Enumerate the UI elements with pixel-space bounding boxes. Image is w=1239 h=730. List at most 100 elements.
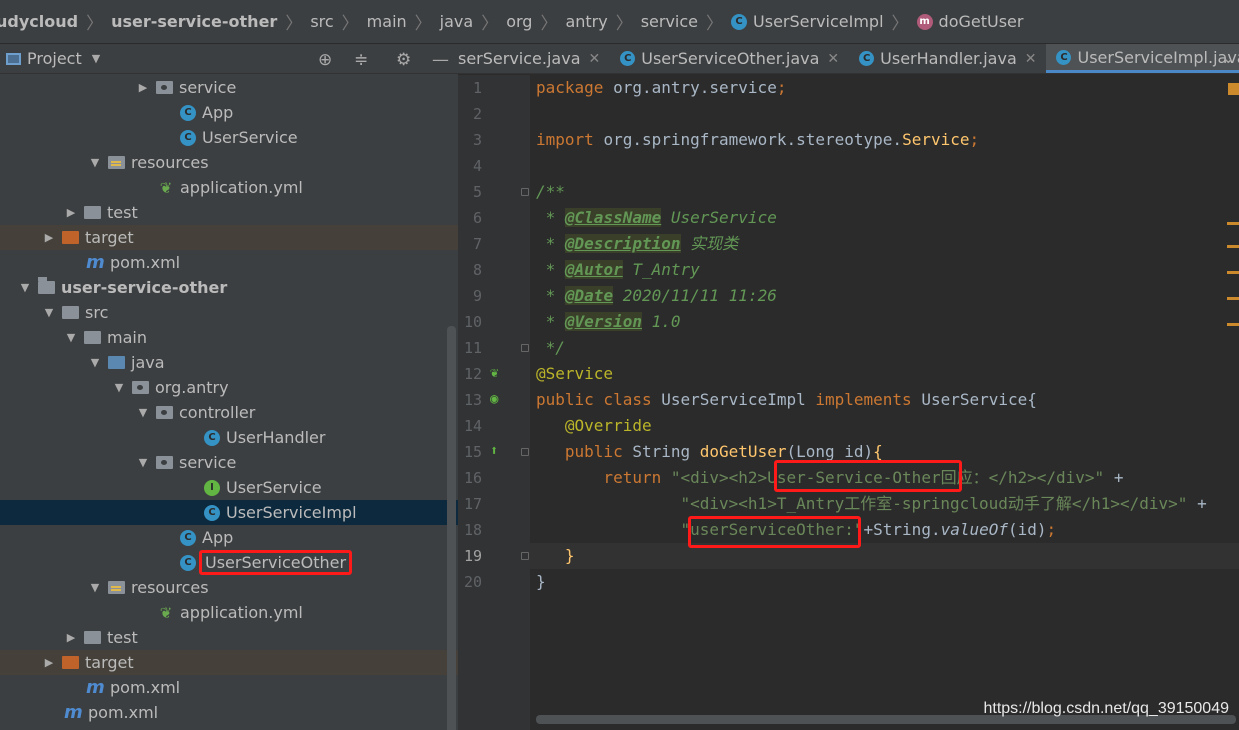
tree-item[interactable]: ▶ test <box>0 200 458 225</box>
tree-item[interactable]: I UserService <box>0 475 458 500</box>
breadcrumb-item[interactable]: udycloud <box>0 12 78 31</box>
breadcrumb-label: doGetUser <box>938 12 1024 31</box>
breadcrumb-item[interactable]: service <box>641 12 698 31</box>
collapse-arrow-icon[interactable]: ▶ <box>42 231 56 244</box>
tree-item-label: src <box>85 303 109 322</box>
class-icon: C <box>620 51 636 66</box>
tree-item[interactable]: ▶ test <box>0 625 458 650</box>
tree-item[interactable]: C App <box>0 525 458 550</box>
editor-tabs: serService.java ✕ C UserServiceOther.java ✕ C… <box>458 44 1239 74</box>
tree-item-label: UserHandler <box>226 428 326 447</box>
editor-tab[interactable]: CUserServiceImpl.java✕ <box>1046 44 1239 73</box>
tree-item-label: org.antry <box>155 378 229 397</box>
code-token: /** <box>536 182 565 201</box>
hide-icon[interactable]: — <box>432 50 449 70</box>
expand-arrow-icon[interactable]: ▼ <box>42 306 56 319</box>
breadcrumb-item[interactable]: java <box>440 12 474 31</box>
tree-item[interactable]: C App <box>0 100 458 125</box>
implementation-icon[interactable]: ◉ <box>490 391 498 407</box>
tree-item-label: application.yml <box>180 603 303 622</box>
warning-stripe[interactable] <box>1227 271 1239 274</box>
chevron-down-icon[interactable]: ⌄ <box>1222 48 1235 67</box>
code-token: */ <box>536 338 565 357</box>
fold-marker-icon[interactable] <box>521 448 529 456</box>
project-view-selector[interactable]: Project <box>27 49 82 68</box>
tree-item[interactable]: ▶ target <box>0 650 458 675</box>
breadcrumb-item[interactable]: user-service-other <box>111 12 277 31</box>
collapse-arrow-icon[interactable]: ▶ <box>42 656 56 669</box>
tree-item[interactable]: ▼ org.antry <box>0 375 458 400</box>
expand-arrow-icon[interactable]: ▼ <box>136 406 150 419</box>
tab-label: UserHandler.java <box>880 49 1017 68</box>
tree-item[interactable]: ▼ resources <box>0 150 458 175</box>
override-method-icon[interactable]: ⬆ <box>490 443 498 459</box>
warning-stripe[interactable] <box>1227 245 1239 248</box>
tree-item[interactable]: m pom.xml <box>0 250 458 275</box>
collapse-arrow-icon[interactable]: ▶ <box>64 631 78 644</box>
spring-bean-icon[interactable]: ❦ <box>490 365 498 381</box>
watermark: https://blog.csdn.net/qq_39150049 <box>983 700 1229 717</box>
current-line-highlight <box>530 543 1239 569</box>
editor-tab[interactable]: C UserServiceOther.java ✕ <box>610 44 849 73</box>
tree-item[interactable]: ▼ src <box>0 300 458 325</box>
tree-scrollbar[interactable] <box>447 326 456 730</box>
close-icon[interactable]: ✕ <box>589 51 601 67</box>
tree-item[interactable]: C UserServiceOther <box>0 550 458 575</box>
tree-item[interactable]: m pom.xml <box>0 700 458 725</box>
expand-arrow-icon[interactable]: ▼ <box>88 156 102 169</box>
code-editor[interactable]: 1 2 3 4 5 6 7 8 9 10 11 12 13 14 15 16 17 18 19 20 ❦ ◉ ⬆ packa… <box>458 75 1239 730</box>
tree-item[interactable]: m pom.xml <box>0 675 458 700</box>
tree-item[interactable]: C UserService <box>0 125 458 150</box>
chevron-down-icon[interactable]: ▼ <box>92 52 100 65</box>
fold-marker-icon[interactable] <box>521 188 529 196</box>
breadcrumb-item[interactable]: org <box>506 12 532 31</box>
close-icon[interactable]: ✕ <box>827 51 839 67</box>
tree-item[interactable]: ▼ main <box>0 325 458 350</box>
fold-marker-icon[interactable] <box>521 552 529 560</box>
code-token: import <box>536 130 604 149</box>
tree-item-label: resources <box>131 153 209 172</box>
breadcrumb-item[interactable]: m doGetUser <box>916 12 1024 31</box>
tree-item[interactable]: C UserHandler <box>0 425 458 450</box>
tree-item[interactable]: ▼ resources <box>0 575 458 600</box>
warning-stripe[interactable] <box>1227 297 1239 300</box>
expand-arrow-icon[interactable]: ▼ <box>88 581 102 594</box>
editor-tab[interactable]: C UserHandler.java ✕ <box>849 44 1046 73</box>
warning-stripe[interactable] <box>1227 222 1239 225</box>
code-token: ; <box>776 78 787 97</box>
expand-arrow-icon[interactable]: ▼ <box>112 381 126 394</box>
collapse-all-icon[interactable]: ≑ <box>354 50 368 70</box>
expand-arrow-icon[interactable]: ▼ <box>88 356 102 369</box>
breadcrumb-item[interactable]: C UserServiceImpl <box>731 12 884 31</box>
collapse-arrow-icon[interactable]: ▶ <box>136 81 150 94</box>
close-icon[interactable]: ✕ <box>1025 51 1037 67</box>
tree-item-label: application.yml <box>180 178 303 197</box>
breadcrumb-item[interactable]: src <box>310 12 333 31</box>
tree-item[interactable]: ▼ service <box>0 450 458 475</box>
breadcrumb-item[interactable]: antry <box>565 12 607 31</box>
collapse-arrow-icon[interactable]: ▶ <box>64 206 78 219</box>
warning-stripe[interactable] <box>1227 323 1239 326</box>
tree-item[interactable]: ▼ java <box>0 350 458 375</box>
editor-tab[interactable]: serService.java ✕ <box>458 44 610 73</box>
locate-target-icon[interactable]: ⊕ <box>318 50 332 70</box>
tree-item[interactable]: ▶ target <box>0 225 458 250</box>
tree-item[interactable]: ❦ application.yml <box>0 600 458 625</box>
breadcrumb-item[interactable]: main <box>367 12 407 31</box>
expand-arrow-icon[interactable]: ▼ <box>136 456 150 469</box>
expand-arrow-icon[interactable]: ▼ <box>18 281 32 294</box>
tree-item[interactable]: ▶ service <box>0 75 458 100</box>
inspection-marker[interactable] <box>1228 83 1239 95</box>
expand-arrow-icon[interactable]: ▼ <box>64 331 78 344</box>
fold-marker-icon[interactable] <box>521 344 529 352</box>
tree-item[interactable]: ❦ application.yml <box>0 175 458 200</box>
tree-item[interactable]: ▼ user-service-other <box>0 275 458 300</box>
line-number: 2 <box>472 105 482 123</box>
tree-item[interactable]: C UserServiceImpl <box>0 500 458 525</box>
resources-folder-icon <box>108 156 125 169</box>
maven-icon: m <box>86 677 105 698</box>
gear-icon[interactable]: ⚙ <box>396 50 411 70</box>
line-number: 10 <box>463 313 482 331</box>
tree-item[interactable]: ▼ controller <box>0 400 458 425</box>
code-token: implements <box>815 390 922 409</box>
